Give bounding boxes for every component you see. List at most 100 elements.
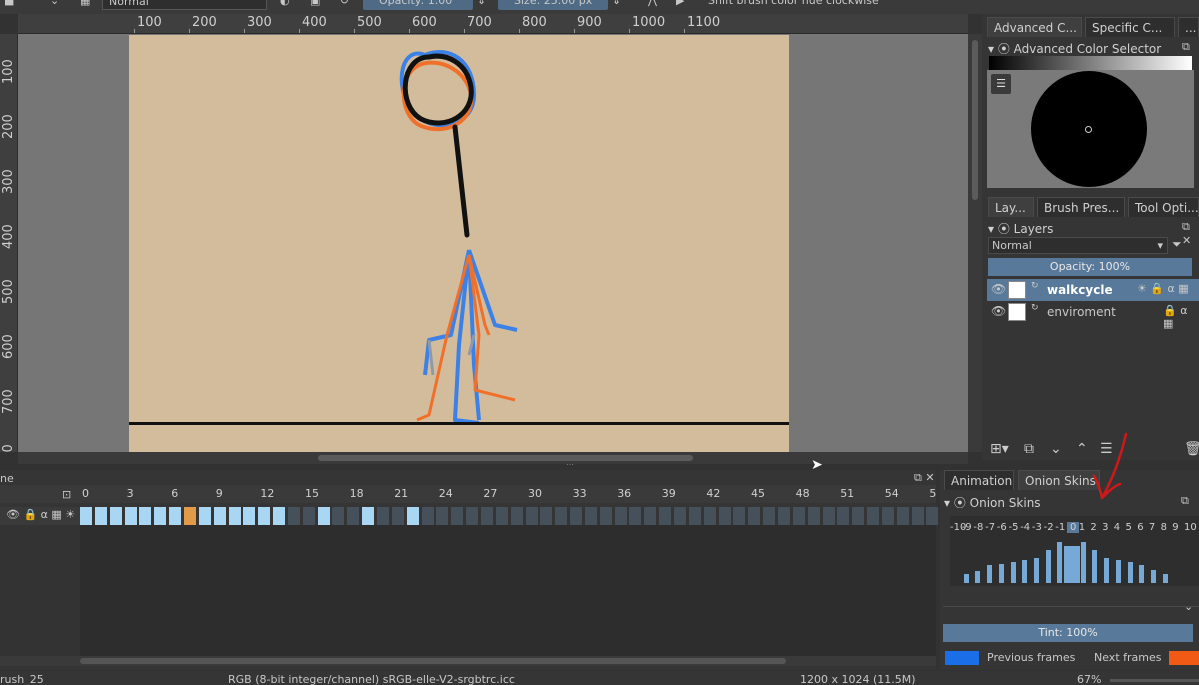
frame-cell[interactable]: [421, 507, 435, 525]
frame-cell[interactable]: [674, 507, 687, 525]
frame-cell[interactable]: [733, 507, 747, 525]
onion-frame-number[interactable]: 4: [1114, 522, 1120, 533]
frame-cell[interactable]: [896, 507, 910, 525]
frame-cell[interactable]: [881, 507, 895, 525]
onion-frame-number[interactable]: -8: [973, 522, 983, 533]
zoom-slider[interactable]: [1110, 679, 1199, 682]
frame-cell[interactable]: [332, 507, 346, 525]
layer-props-icons[interactable]: 🔒 α ▦: [1163, 304, 1199, 330]
onion-frame-number[interactable]: 6: [1137, 522, 1143, 533]
chevron-down-icon[interactable]: ⌄: [1184, 600, 1193, 613]
frame-cell[interactable]: [287, 507, 301, 525]
tab-advanced-color[interactable]: Advanced C...: [987, 17, 1082, 37]
frame-cell[interactable]: [540, 507, 554, 525]
onion-opacity-bar[interactable]: [1057, 542, 1063, 583]
reset-icon[interactable]: ⌄: [50, 0, 59, 10]
frame-cell[interactable]: [837, 507, 851, 525]
onion-opacity-bar[interactable]: [987, 565, 993, 583]
onion-frame-number[interactable]: -9: [962, 522, 972, 533]
color-wheel-area[interactable]: ☰: [987, 70, 1194, 188]
tab-tool-options[interactable]: Tool Opti...: [1128, 197, 1199, 217]
frame-cell[interactable]: [703, 507, 717, 525]
frame-cell[interactable]: [852, 507, 866, 525]
keyframe-cell[interactable]: [406, 507, 420, 525]
onion-frame-number[interactable]: 1: [1079, 522, 1085, 533]
frame-cell[interactable]: [495, 507, 509, 525]
onion-frame-number[interactable]: 2: [1090, 522, 1096, 533]
layer-blend-select[interactable]: Normal ▾: [988, 237, 1168, 254]
keyframe-cell[interactable]: [139, 507, 153, 525]
onion-opacity-bar[interactable]: [1064, 546, 1080, 583]
keyframe-cell[interactable]: [273, 507, 287, 525]
move-down-icon[interactable]: ⌄: [1050, 441, 1062, 457]
status-zoom[interactable]: 67%: [1077, 673, 1101, 685]
frame-cell[interactable]: [525, 507, 539, 525]
frame-cell[interactable]: [926, 507, 940, 525]
onion-frame-number[interactable]: 8: [1161, 522, 1167, 533]
frame-cell[interactable]: [644, 507, 658, 525]
frame-cell[interactable]: [614, 507, 628, 525]
timeline-settings-icon[interactable]: ⊡: [62, 488, 71, 501]
frame-cell[interactable]: [688, 507, 702, 525]
keyframe-cell[interactable]: [109, 507, 123, 525]
frame-cell[interactable]: [555, 507, 569, 525]
current-frame-cell[interactable]: [183, 507, 197, 525]
move-up-icon[interactable]: ⌃: [1076, 441, 1088, 457]
previous-frames-color[interactable]: [945, 651, 979, 665]
onion-frame-number[interactable]: 7: [1149, 522, 1155, 533]
canvas-paper[interactable]: [129, 35, 789, 452]
frame-cell[interactable]: [466, 507, 480, 525]
onion-frame-number[interactable]: -1: [1055, 522, 1065, 533]
color-swatch-icon[interactable]: ■: [4, 0, 14, 10]
scrollbar-thumb[interactable]: [80, 658, 786, 664]
mirror-icon[interactable]: ⋀: [648, 0, 657, 10]
keyframe-cell[interactable]: [228, 507, 242, 525]
frame-cell[interactable]: [302, 507, 316, 525]
onion-opacity-bar[interactable]: [1033, 558, 1039, 583]
onion-opacity-bar[interactable]: [998, 564, 1004, 583]
delete-layer-icon[interactable]: 🗑: [1184, 441, 1199, 457]
color-picker-marker[interactable]: [1085, 126, 1092, 133]
onion-frame-number[interactable]: -5: [1009, 522, 1019, 533]
frame-cell[interactable]: [807, 507, 821, 525]
tab-specific-color[interactable]: Specific C...: [1085, 17, 1175, 37]
onion-opacity-bar[interactable]: [1115, 560, 1121, 583]
onion-float-icon[interactable]: ⧉: [1181, 494, 1189, 508]
filter-icon[interactable]: ⏷: [1172, 237, 1182, 252]
onion-frame-number[interactable]: 3: [1102, 522, 1108, 533]
keyframe-cell[interactable]: [362, 507, 376, 525]
onion-frame-number[interactable]: -3: [1032, 522, 1042, 533]
scrollbar-thumb[interactable]: [318, 455, 693, 461]
onion-frame-number[interactable]: -2: [1044, 522, 1054, 533]
keyframe-cell[interactable]: [169, 507, 183, 525]
tab-onion-skins[interactable]: Onion Skins: [1018, 470, 1100, 490]
frame-cell[interactable]: [377, 507, 390, 525]
keyframe-cell[interactable]: [198, 507, 212, 525]
opacity-slider[interactable]: Opacity: 1.00: [363, 0, 473, 10]
layer-name[interactable]: enviroment: [1047, 305, 1116, 319]
alpha-icon[interactable]: ▣: [310, 0, 320, 10]
frame-cell[interactable]: [777, 507, 791, 525]
tab-more[interactable]: ...: [1178, 17, 1199, 37]
onion-opacity-bar[interactable]: [1150, 570, 1156, 583]
eraser-icon[interactable]: ◐: [280, 0, 290, 10]
onion-frame-number[interactable]: 0: [1067, 522, 1080, 533]
frame-cell[interactable]: [347, 507, 361, 525]
onion-opacity-bar[interactable]: [1139, 565, 1145, 583]
reload-icon[interactable]: ↺: [340, 0, 349, 10]
opacity-arrows-icon[interactable]: ⇕: [477, 0, 486, 10]
scrollbar-thumb[interactable]: [972, 40, 978, 200]
canvas-horizontal-scrollbar[interactable]: [18, 452, 968, 464]
onion-opacity-bar[interactable]: [1010, 562, 1016, 583]
frame-cell[interactable]: [763, 507, 777, 525]
onion-opacity-bar[interactable]: [1022, 560, 1028, 583]
onion-opacity-bar[interactable]: [975, 571, 981, 583]
layer-row-walkcycle[interactable]: 👁 ↻ walkcycle ☀ 🔒 α ▦: [987, 279, 1199, 301]
next-frames-color[interactable]: [1169, 651, 1199, 665]
onion-opacity-bar[interactable]: [1080, 542, 1086, 583]
onion-opacity-bar[interactable]: [963, 574, 969, 583]
blend-mode-select[interactable]: Normal: [102, 0, 267, 10]
tab-brush-presets[interactable]: Brush Pres...: [1037, 197, 1125, 217]
preset-icon[interactable]: ▦: [80, 0, 90, 10]
play-icon[interactable]: ▶: [676, 0, 684, 10]
